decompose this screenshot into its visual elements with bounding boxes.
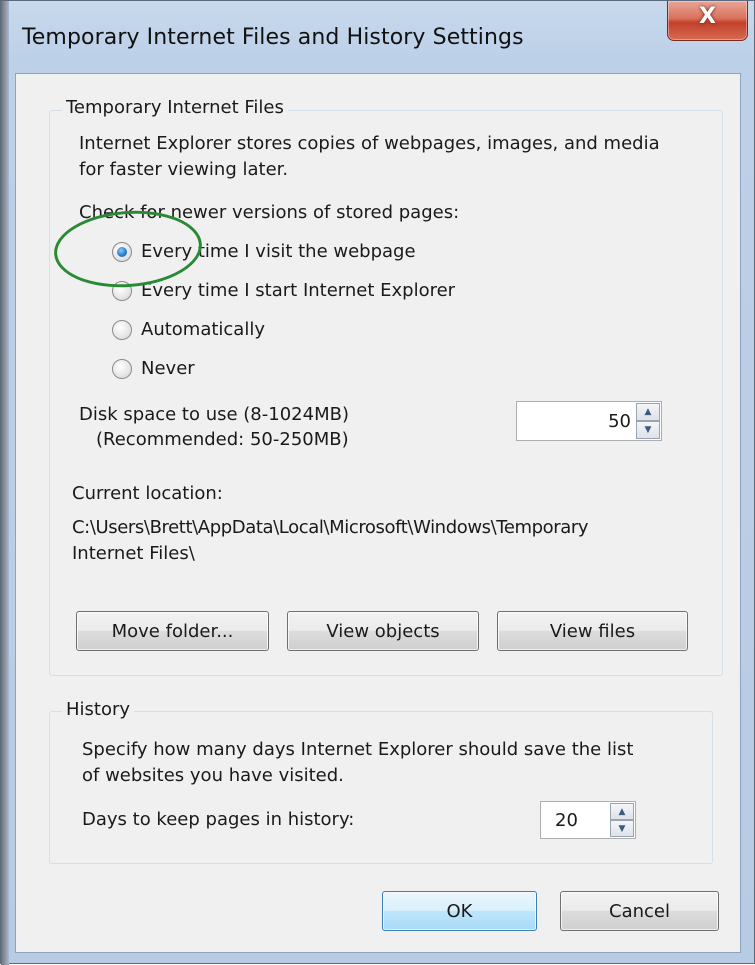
radio-button[interactable] (112, 320, 132, 340)
check-versions-label: Check for newer versions of stored pages… (79, 202, 460, 223)
radio-label-never[interactable]: Never (141, 357, 195, 381)
disk-space-recommended: (Recommended: 50-250MB) (96, 429, 349, 450)
cancel-button[interactable]: Cancel (560, 891, 719, 931)
tif-description-line1: Internet Explorer stores copies of webpa… (79, 133, 660, 154)
close-icon: X (699, 4, 716, 29)
window-edge (1, 1, 9, 965)
spin-buttons[interactable]: ▲ ▼ (610, 803, 634, 837)
days-label: Days to keep pages in history: (82, 809, 355, 830)
history-group-label: History (62, 700, 135, 720)
dialog-client-area: Temporary Internet Files Internet Explor… (15, 73, 741, 953)
up-arrow-icon[interactable]: ▲ (636, 403, 660, 421)
radio-button-checked[interactable] (112, 242, 132, 262)
tif-description-line2: for faster viewing later. (79, 159, 289, 180)
down-arrow-icon[interactable]: ▼ (610, 820, 634, 837)
disk-space-label: Disk space to use (8-1024MB) (79, 404, 349, 425)
spin-buttons[interactable]: ▲ ▼ (636, 403, 660, 439)
radio-button[interactable] (112, 359, 132, 379)
history-description-line1: Specify how many days Internet Explorer … (82, 739, 634, 760)
radio-label-automatically[interactable]: Automatically (141, 318, 265, 342)
current-location-path-line1: C:\Users\Brett\AppData\Local\Microsoft\W… (72, 517, 589, 538)
current-location-path-line2: Internet Files\ (72, 543, 195, 564)
tif-group-label: Temporary Internet Files (62, 98, 288, 118)
title-bar[interactable]: Temporary Internet Files and History Set… (9, 1, 754, 73)
days-value[interactable]: 20 (555, 802, 578, 838)
history-description-line2: of websites you have visited. (82, 765, 344, 786)
move-folder-button[interactable]: Move folder... (76, 611, 269, 651)
days-stepper[interactable]: 20 ▲ ▼ (540, 801, 636, 839)
disk-space-value[interactable]: 50 (608, 402, 631, 440)
view-objects-button[interactable]: View objects (287, 611, 479, 651)
radio-button[interactable] (112, 281, 132, 301)
window-title: Temporary Internet Files and History Set… (22, 25, 524, 50)
disk-space-stepper[interactable]: 50 ▲ ▼ (516, 401, 662, 441)
radio-label-visit[interactable]: Every time I visit the webpage (141, 240, 416, 264)
radio-label-start[interactable]: Every time I start Internet Explorer (141, 279, 455, 303)
close-button[interactable]: X (667, 1, 748, 41)
current-location-label: Current location: (72, 483, 223, 504)
up-arrow-icon[interactable]: ▲ (610, 803, 634, 820)
ok-button[interactable]: OK (382, 891, 537, 931)
down-arrow-icon[interactable]: ▼ (636, 421, 660, 439)
view-files-button[interactable]: View files (497, 611, 688, 651)
dialog-window: Temporary Internet Files and History Set… (0, 0, 755, 965)
tif-group (49, 110, 723, 676)
